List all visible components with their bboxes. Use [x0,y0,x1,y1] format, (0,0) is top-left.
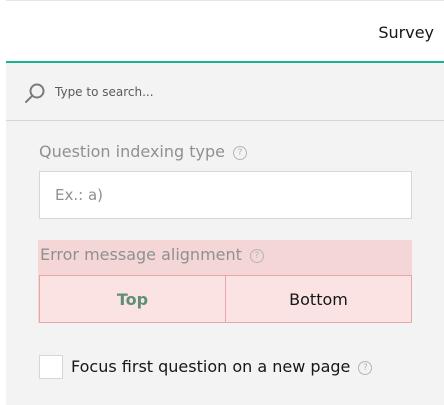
panel-header: Survey [6,0,444,63]
help-icon[interactable]: ? [233,146,247,160]
search-bar: Type to search... [6,65,444,121]
focus-first-question-checkbox[interactable] [39,355,63,379]
search-icon [25,83,45,103]
property-panel: Survey Type to search... Question indexi… [0,0,444,405]
error-message-alignment-buttongroup: Top Bottom [39,275,412,323]
help-icon[interactable]: ? [249,249,264,263]
search-input[interactable]: Type to search... [55,85,154,99]
input-placeholder: Ex.: a) [55,186,103,204]
error-message-alignment-label: Error message alignment? [40,245,264,264]
focus-first-question-label[interactable]: Focus first question on a new page? [71,357,373,376]
tab-survey[interactable]: Survey [378,23,434,42]
option-bottom-button[interactable]: Bottom [226,276,411,322]
help-icon[interactable]: ? [358,361,373,375]
question-indexing-type-label: Question indexing type? [39,142,247,161]
option-top-button[interactable]: Top [40,276,226,322]
question-indexing-type-input[interactable]: Ex.: a) [39,171,412,219]
